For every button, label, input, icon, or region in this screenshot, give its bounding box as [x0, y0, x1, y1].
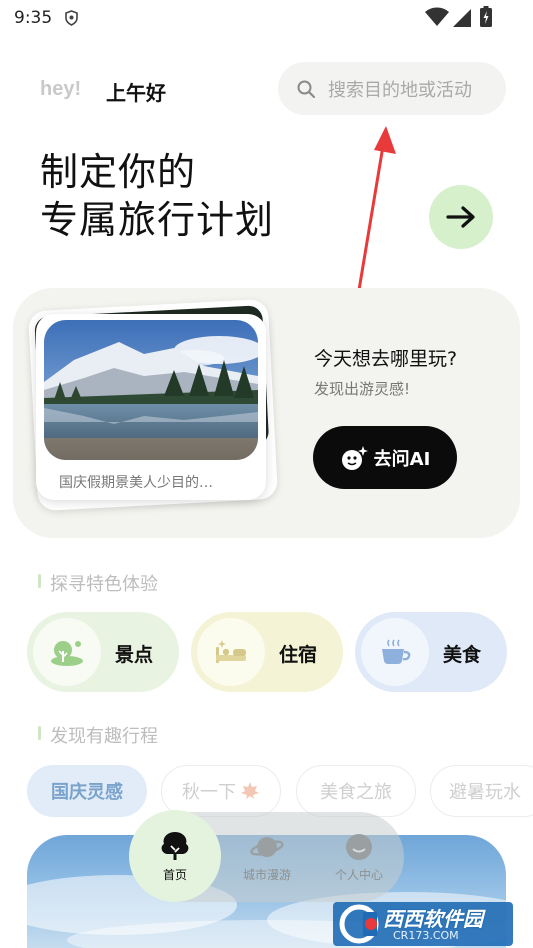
trips-title: 发现有趣行程 — [38, 722, 158, 748]
trip-tag-national-day[interactable]: 国庆灵感 — [27, 765, 147, 817]
experience-label: 美食 — [443, 644, 482, 666]
nav-city-roam[interactable]: 城市漫游 — [222, 812, 312, 902]
arrow-right-icon — [446, 206, 475, 228]
ai-subtitle: 发现出游灵感! — [314, 380, 411, 398]
trip-tag-summer-water[interactable]: 避暑玩水 — [430, 765, 533, 817]
planet-icon — [250, 836, 284, 857]
trip-tag-label: 秋一下 — [182, 782, 236, 803]
photo-caption: 国庆假期景美人少目的… — [59, 475, 213, 491]
greeting-hey: hey! — [40, 78, 82, 100]
nav-label: 城市漫游 — [242, 867, 291, 882]
cup-icon — [382, 639, 411, 664]
status-bar: 9:35 — [0, 0, 533, 36]
destination-photo-card[interactable]: 国庆假期景美人少目的… — [36, 314, 266, 500]
watermark-brand: 西西软件园 — [383, 907, 483, 931]
experience-food[interactable]: 美食 — [355, 612, 507, 692]
page-headline: 制定你的 专属旅行计划 — [40, 148, 274, 244]
nav-label: 个人中心 — [334, 867, 383, 882]
search-bar[interactable]: 搜索目的地或活动 — [278, 62, 506, 115]
wifi-icon — [425, 7, 449, 26]
greeting-text: 上午好 — [106, 81, 166, 105]
shield-icon — [65, 10, 78, 26]
experience-label: 住宿 — [279, 644, 318, 666]
ask-ai-button[interactable]: 去问AI — [313, 426, 457, 489]
nav-label: 首页 — [162, 867, 187, 882]
nav-home[interactable]: 首页 — [129, 810, 221, 902]
home-tree-icon — [161, 831, 189, 860]
ask-ai-label: 去问AI — [373, 448, 431, 470]
bed-icon — [216, 640, 246, 663]
lake-mountain-image — [44, 320, 258, 460]
nav-profile[interactable]: 个人中心 — [314, 812, 404, 902]
status-time: 9:35 — [14, 8, 53, 28]
signal-icon — [453, 9, 471, 27]
battery-icon — [480, 6, 492, 27]
ai-face-icon — [341, 445, 368, 470]
experience-attractions[interactable]: 景点 — [27, 612, 179, 692]
tree-icon — [51, 641, 83, 666]
experience-label: 景点 — [115, 644, 154, 666]
ai-question: 今天想去哪里玩? — [314, 348, 458, 370]
experience-lodging[interactable]: 住宿 — [191, 612, 343, 692]
smiley-face-icon — [346, 833, 372, 860]
plan-trip-button[interactable] — [429, 185, 493, 249]
experiences-title: 探寻特色体验 — [38, 570, 158, 596]
search-icon — [297, 80, 316, 98]
trip-tag-food-tour[interactable]: 美食之旅 — [296, 765, 416, 817]
maple-leaf-icon — [241, 782, 259, 799]
annotation-arrow — [356, 126, 396, 297]
watermark-site: CR173.COM — [393, 929, 459, 942]
headline-line2: 专属旅行计划 — [40, 198, 275, 242]
headline-line1: 制定你的 — [40, 150, 197, 194]
search-placeholder: 搜索目的地或活动 — [328, 79, 472, 101]
